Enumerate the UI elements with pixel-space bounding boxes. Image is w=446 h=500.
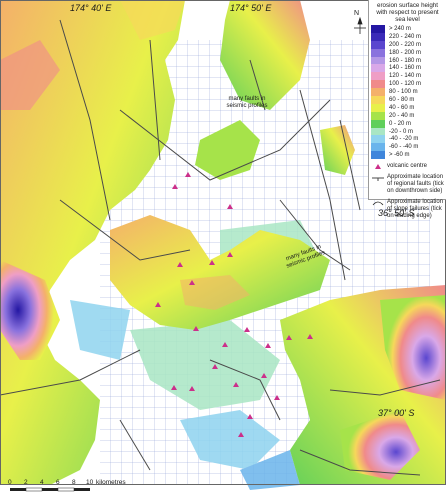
legend-swatch (371, 88, 385, 97)
legend-ramp-row: 100 - 120 m (371, 80, 444, 89)
legend-title: erosion surface height with respect to p… (376, 2, 439, 23)
latitude-label-1: 36° 50' S (378, 208, 415, 218)
legend-ramp-label: -20 - 0 m (389, 128, 414, 135)
legend-swatch (371, 111, 385, 120)
map-legend: erosion surface height with respect to p… (368, 0, 446, 219)
legend-colour-ramp: > 240 m 220 - 240 m 200 - 220 m 180 - 200 m… (371, 25, 444, 160)
legend-ramp-row: 140 - 160 m (371, 64, 444, 73)
legend-swatch (371, 127, 385, 136)
legend-ramp-row: 20 - 40 m (371, 111, 444, 120)
legend-ramp-row: 180 - 200 m (371, 48, 444, 57)
legend-swatch (371, 103, 385, 112)
legend-swatch (371, 72, 385, 81)
scale-tick-10: 10 (86, 479, 94, 486)
legend-ramp-label: 220 - 240 m (389, 33, 422, 40)
scale-unit: kilometres (96, 479, 126, 486)
legend-ramp-row: 160 - 180 m (371, 56, 444, 65)
legend-ramp-row: 0 - 20 m (371, 119, 444, 128)
legend-faults-label: Approximate location of regional faults … (387, 174, 444, 195)
legend-ramp-row: 80 - 100 m (371, 88, 444, 97)
legend-swatch (371, 25, 385, 33)
legend-volcanic-label: volcanic centre (387, 163, 428, 170)
legend-ramp-row: -40 - -20 m (371, 135, 444, 144)
legend-ramp-label: 120 - 140 m (389, 73, 422, 80)
scale-tick-0: 0 (8, 479, 12, 486)
legend-swatch (371, 64, 385, 73)
fault-line-icon (372, 177, 384, 182)
scale-tick-8: 8 (72, 479, 76, 486)
legend-swatch (371, 80, 385, 89)
legend-ramp-label: 40 - 60 m (389, 104, 415, 111)
legend-ramp-label: > -60 m (389, 152, 410, 159)
scale-tick-6: 6 (56, 479, 60, 486)
legend-ramp-row: > -60 m (371, 151, 444, 160)
legend-ramp-label: 100 - 120 m (389, 81, 422, 88)
slope-failure-icon (372, 201, 384, 206)
legend-ramp-row: -60 - -40 m (371, 143, 444, 152)
legend-swatch (371, 143, 385, 152)
legend-ramp-row: 200 - 220 m (371, 40, 444, 49)
legend-ramp-row: > 240 m (371, 25, 444, 33)
legend-ramp-label: 20 - 40 m (389, 112, 415, 119)
legend-ramp-row: 40 - 60 m (371, 103, 444, 112)
volcano-icon (375, 164, 381, 170)
scale-bar (10, 487, 90, 492)
scale-tick-2: 2 (24, 479, 28, 486)
latitude-label-2: 37° 00' S (378, 408, 415, 418)
legend-swatch (371, 56, 385, 65)
legend-ramp-label: 180 - 200 m (389, 49, 422, 56)
legend-swatch (371, 119, 385, 128)
legend-swatch (371, 96, 385, 104)
legend-ramp-label: -60 - -40 m (389, 144, 419, 151)
legend-ramp-label: 140 - 160 m (389, 65, 422, 72)
legend-ramp-label: 0 - 20 m (389, 120, 412, 127)
legend-ramp-label: 160 - 180 m (389, 57, 422, 64)
legend-swatch (371, 40, 385, 49)
legend-ramp-label: 80 - 100 m (389, 89, 418, 96)
legend-faults: Approximate location of regional faults … (371, 174, 444, 195)
north-label: N (354, 10, 360, 17)
longitude-label-2: 174° 50' E (230, 3, 272, 13)
legend-ramp-row: -20 - 0 m (371, 127, 444, 136)
legend-ramp-label: > 240 m (389, 25, 411, 32)
legend-volcanic: volcanic centre (371, 163, 444, 170)
longitude-label-1: 174° 40' E (70, 3, 112, 13)
annotation-faults-north: many faults in seismic profiles (226, 96, 268, 109)
legend-ramp-label: 60 - 80 m (389, 96, 415, 103)
legend-swatch (371, 48, 385, 57)
legend-ramp-row: 220 - 240 m (371, 32, 444, 41)
legend-swatch (371, 32, 385, 41)
legend-swatch (371, 151, 385, 160)
legend-ramp-row: 120 - 140 m (371, 72, 444, 81)
legend-ramp-label: -40 - -20 m (389, 136, 419, 143)
legend-ramp-row: 60 - 80 m (371, 96, 444, 104)
scale-tick-4: 4 (40, 479, 44, 486)
legend-swatch (371, 135, 385, 144)
legend-ramp-label: 200 - 220 m (389, 41, 422, 48)
